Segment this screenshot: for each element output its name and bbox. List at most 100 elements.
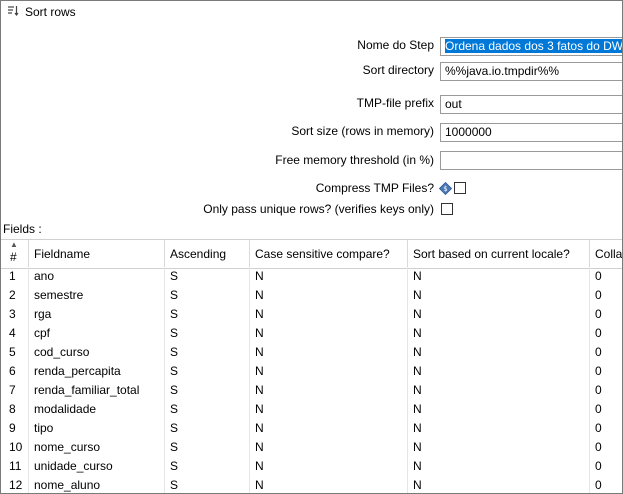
- cell-fieldname[interactable]: modalidade: [29, 400, 165, 419]
- cell-locale[interactable]: N: [408, 324, 590, 343]
- cell-ascending[interactable]: S: [165, 381, 250, 400]
- cell-case-sensitive[interactable]: N: [250, 343, 408, 362]
- table-row[interactable]: 3 rga S N N 0: [1, 305, 622, 324]
- table-row[interactable]: 10 nome_curso S N N 0: [1, 438, 622, 457]
- cell-fieldname[interactable]: cod_curso: [29, 343, 165, 362]
- cell-collator[interactable]: 0: [590, 343, 622, 362]
- cell-collator[interactable]: 0: [590, 362, 622, 381]
- cell-collator[interactable]: 0: [590, 381, 622, 400]
- cell-fieldname[interactable]: renda_percapita: [29, 362, 165, 381]
- cell-fieldname[interactable]: ano: [29, 267, 165, 286]
- cell-row-number[interactable]: 4: [1, 324, 29, 343]
- cell-locale[interactable]: N: [408, 476, 590, 493]
- cell-ascending[interactable]: S: [165, 324, 250, 343]
- table-row[interactable]: 12 nome_aluno S N N 0: [1, 476, 622, 493]
- table-row[interactable]: 2 semestre S N N 0: [1, 286, 622, 305]
- cell-row-number[interactable]: 3: [1, 305, 29, 324]
- cell-ascending[interactable]: S: [165, 438, 250, 457]
- cell-ascending[interactable]: S: [165, 343, 250, 362]
- cell-collator[interactable]: 0: [590, 438, 622, 457]
- cell-ascending[interactable]: S: [165, 419, 250, 438]
- cell-fieldname[interactable]: cpf: [29, 324, 165, 343]
- column-header-ascending[interactable]: Ascending: [165, 240, 250, 268]
- cell-row-number[interactable]: 1: [1, 267, 29, 286]
- cell-row-number[interactable]: 5: [1, 343, 29, 362]
- cell-locale[interactable]: N: [408, 381, 590, 400]
- cell-ascending[interactable]: S: [165, 362, 250, 381]
- cell-fieldname[interactable]: semestre: [29, 286, 165, 305]
- cell-case-sensitive[interactable]: N: [250, 286, 408, 305]
- table-row[interactable]: 1 ano S N N 0: [1, 267, 622, 286]
- cell-locale[interactable]: N: [408, 400, 590, 419]
- cell-fieldname[interactable]: nome_curso: [29, 438, 165, 457]
- column-header-case-sensitive[interactable]: Case sensitive compare?: [250, 240, 408, 268]
- step-name-input[interactable]: Ordena dados dos 3 fatos do DW: [440, 37, 622, 56]
- cell-collator[interactable]: 0: [590, 305, 622, 324]
- cell-row-number[interactable]: 7: [1, 381, 29, 400]
- cell-locale[interactable]: N: [408, 457, 590, 476]
- cell-collator[interactable]: 0: [590, 400, 622, 419]
- table-row[interactable]: 9 tipo S N N 0: [1, 419, 622, 438]
- cell-case-sensitive[interactable]: N: [250, 438, 408, 457]
- cell-locale[interactable]: N: [408, 362, 590, 381]
- step-name-label: Nome do Step: [357, 38, 434, 52]
- cell-case-sensitive[interactable]: N: [250, 457, 408, 476]
- cell-row-number[interactable]: 8: [1, 400, 29, 419]
- variable-diamond-icon[interactable]: $: [439, 182, 452, 195]
- cell-collator[interactable]: 0: [590, 267, 622, 286]
- cell-row-number[interactable]: 6: [1, 362, 29, 381]
- tmp-prefix-input[interactable]: out: [440, 95, 622, 114]
- table-row[interactable]: 5 cod_curso S N N 0: [1, 343, 622, 362]
- cell-locale[interactable]: N: [408, 286, 590, 305]
- cell-case-sensitive[interactable]: N: [250, 400, 408, 419]
- table-row[interactable]: 8 modalidade S N N 0: [1, 400, 622, 419]
- cell-locale[interactable]: N: [408, 267, 590, 286]
- cell-case-sensitive[interactable]: N: [250, 305, 408, 324]
- cell-ascending[interactable]: S: [165, 476, 250, 493]
- cell-locale[interactable]: N: [408, 305, 590, 324]
- cell-collator[interactable]: 0: [590, 286, 622, 305]
- cell-case-sensitive[interactable]: N: [250, 362, 408, 381]
- cell-collator[interactable]: 0: [590, 324, 622, 343]
- column-header-collator[interactable]: Collat: [590, 240, 622, 268]
- table-row[interactable]: 7 renda_familiar_total S N N 0: [1, 381, 622, 400]
- unique-rows-checkbox[interactable]: [441, 203, 453, 215]
- sort-rows-dialog: Sort rows Nome do Step Ordena dados dos …: [0, 0, 623, 494]
- sort-directory-input[interactable]: %%java.io.tmpdir%%: [440, 62, 622, 81]
- cell-row-number[interactable]: 2: [1, 286, 29, 305]
- cell-fieldname[interactable]: tipo: [29, 419, 165, 438]
- cell-row-number[interactable]: 10: [1, 438, 29, 457]
- cell-row-number[interactable]: 9: [1, 419, 29, 438]
- cell-collator[interactable]: 0: [590, 419, 622, 438]
- cell-fieldname[interactable]: renda_familiar_total: [29, 381, 165, 400]
- free-memory-input[interactable]: [440, 151, 622, 170]
- cell-collator[interactable]: 0: [590, 476, 622, 493]
- cell-case-sensitive[interactable]: N: [250, 476, 408, 493]
- table-row[interactable]: 11 unidade_curso S N N 0: [1, 457, 622, 476]
- cell-row-number[interactable]: 12: [1, 476, 29, 493]
- column-header-number[interactable]: #: [1, 240, 29, 268]
- table-row[interactable]: 6 renda_percapita S N N 0: [1, 362, 622, 381]
- column-header-locale[interactable]: Sort based on current locale?: [408, 240, 590, 268]
- cell-ascending[interactable]: S: [165, 457, 250, 476]
- cell-collator[interactable]: 0: [590, 457, 622, 476]
- cell-case-sensitive[interactable]: N: [250, 267, 408, 286]
- cell-fieldname[interactable]: nome_aluno: [29, 476, 165, 493]
- cell-ascending[interactable]: S: [165, 286, 250, 305]
- cell-ascending[interactable]: S: [165, 305, 250, 324]
- cell-case-sensitive[interactable]: N: [250, 324, 408, 343]
- cell-locale[interactable]: N: [408, 438, 590, 457]
- cell-fieldname[interactable]: unidade_curso: [29, 457, 165, 476]
- cell-row-number[interactable]: 11: [1, 457, 29, 476]
- cell-case-sensitive[interactable]: N: [250, 419, 408, 438]
- column-header-fieldname[interactable]: Fieldname: [29, 240, 165, 268]
- compress-checkbox[interactable]: [454, 182, 466, 194]
- sort-size-input[interactable]: 1000000: [440, 123, 622, 142]
- cell-ascending[interactable]: S: [165, 267, 250, 286]
- cell-ascending[interactable]: S: [165, 400, 250, 419]
- cell-locale[interactable]: N: [408, 343, 590, 362]
- table-row[interactable]: 4 cpf S N N 0: [1, 324, 622, 343]
- cell-case-sensitive[interactable]: N: [250, 381, 408, 400]
- cell-fieldname[interactable]: rga: [29, 305, 165, 324]
- cell-locale[interactable]: N: [408, 419, 590, 438]
